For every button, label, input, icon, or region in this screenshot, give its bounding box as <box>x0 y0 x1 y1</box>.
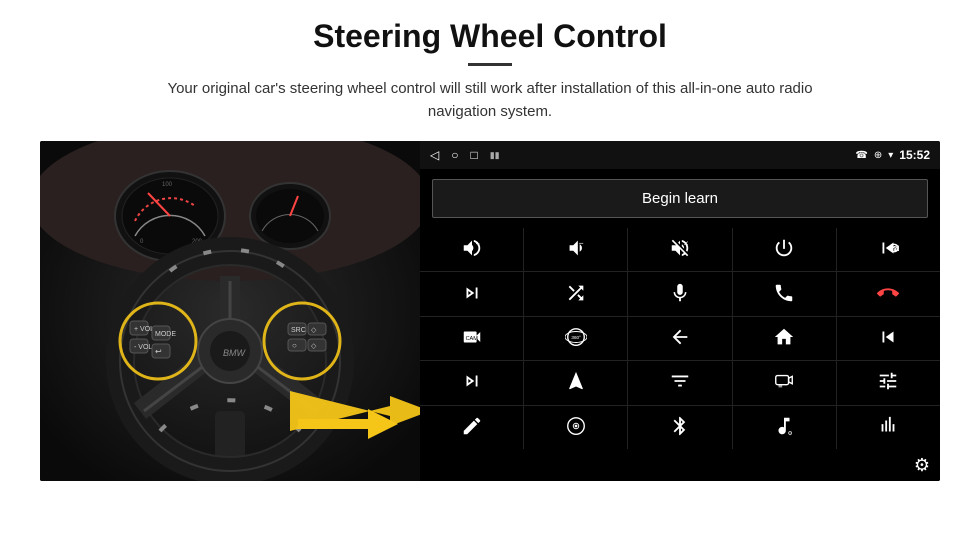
ctrl-vol-mute[interactable]: × <box>628 228 731 271</box>
svg-text:+ VOL: + VOL <box>134 326 154 333</box>
svg-text:MODE: MODE <box>155 331 176 338</box>
bluetooth-icon <box>669 415 691 440</box>
spectrum-icon <box>877 415 899 440</box>
control-grid: + − × <box>420 228 940 449</box>
signal-icon: ▮▮ <box>490 151 500 160</box>
music-icon: ⚙ <box>773 415 795 440</box>
svg-text:+: + <box>475 239 479 248</box>
ctrl-edit[interactable] <box>420 406 523 449</box>
shuffle-icon <box>565 282 587 307</box>
vol-mute-icon: × <box>669 237 691 262</box>
svg-text:BMW: BMW <box>223 348 247 358</box>
prev-phone-icon: ☎ <box>877 237 899 262</box>
svg-text:- VOL: - VOL <box>134 344 152 351</box>
subtitle: Your original car's steering wheel contr… <box>140 78 840 123</box>
ctrl-bluetooth[interactable] <box>628 406 731 449</box>
ctrl-power[interactable] <box>733 228 836 271</box>
cam-icon: CAM <box>461 326 483 351</box>
dash-cam-icon <box>773 370 795 395</box>
svg-text:360°: 360° <box>571 335 581 340</box>
vol-up-icon: + <box>461 237 483 262</box>
svg-text:SRC: SRC <box>291 327 306 334</box>
content-row: 0 100 200 <box>40 141 940 481</box>
location-icon: ⊕ <box>874 150 882 161</box>
svg-text:−: − <box>579 239 584 248</box>
hang-up-icon <box>877 282 899 307</box>
ctrl-navigate[interactable] <box>524 361 627 404</box>
ctrl-music[interactable]: ⚙ <box>733 406 836 449</box>
begin-learn-row: Begin learn <box>420 169 940 228</box>
prev-chapter-icon <box>877 326 899 351</box>
svg-text:○: ○ <box>292 341 297 350</box>
status-right: ☎ ⊕ ▾ 15:52 <box>855 148 930 162</box>
begin-learn-button[interactable]: Begin learn <box>432 179 928 218</box>
status-bar: ◁ ○ □ ▮▮ ☎ ⊕ ▾ 15:52 <box>420 141 940 169</box>
settings-gear-icon[interactable]: ⚙ <box>914 455 930 476</box>
ctrl-eq[interactable] <box>628 361 731 404</box>
ctrl-dvd[interactable] <box>524 406 627 449</box>
ctrl-phone-call[interactable] <box>733 272 836 315</box>
svg-text:×: × <box>684 239 689 248</box>
ctrl-shuffle[interactable] <box>524 272 627 315</box>
home-icon <box>773 326 795 351</box>
svg-text:100: 100 <box>162 182 173 188</box>
clock: 15:52 <box>899 148 930 162</box>
ctrl-next-chapter[interactable] <box>420 361 523 404</box>
ctrl-360[interactable]: 360° <box>524 317 627 360</box>
svg-text:◇: ◇ <box>311 327 317 334</box>
page: Steering Wheel Control Your original car… <box>0 0 980 544</box>
edit-icon <box>461 415 483 440</box>
wifi-icon: ▾ <box>888 150 893 161</box>
power-icon <box>773 237 795 262</box>
navigate-icon <box>565 370 587 395</box>
ctrl-equalizer[interactable] <box>837 361 940 404</box>
ctrl-skip-fwd[interactable] <box>420 272 523 315</box>
svg-text:◇: ◇ <box>311 343 317 350</box>
360-icon: 360° <box>565 326 587 351</box>
back-icon <box>669 326 691 351</box>
title-divider <box>468 63 512 66</box>
ctrl-cam[interactable]: CAM <box>420 317 523 360</box>
page-title: Steering Wheel Control <box>313 18 667 55</box>
recents-nav-icon[interactable]: □ <box>470 149 477 161</box>
steering-wheel-image: 0 100 200 <box>40 141 420 481</box>
gear-row: ⚙ <box>420 449 940 481</box>
vol-down-icon: − <box>565 237 587 262</box>
equalizer-sliders-icon <box>877 370 899 395</box>
ctrl-spectrum[interactable] <box>837 406 940 449</box>
ctrl-hang-up[interactable] <box>837 272 940 315</box>
eq-icon <box>669 370 691 395</box>
ctrl-vol-down[interactable]: − <box>524 228 627 271</box>
skip-fwd-icon <box>461 282 483 307</box>
ctrl-prev-phone[interactable]: ☎ <box>837 228 940 271</box>
ctrl-home[interactable] <box>733 317 836 360</box>
ctrl-vol-up[interactable]: + <box>420 228 523 271</box>
back-nav-icon[interactable]: ◁ <box>430 149 439 161</box>
dvd-icon <box>565 415 587 440</box>
nav-bar: ◁ ○ □ ▮▮ <box>430 149 500 161</box>
svg-text:↩: ↩ <box>155 347 162 356</box>
mic-icon <box>669 282 691 307</box>
home-nav-icon[interactable]: ○ <box>451 149 458 161</box>
svg-text:⚙: ⚙ <box>788 430 793 437</box>
phone-call-icon <box>773 282 795 307</box>
ctrl-dash-cam[interactable] <box>733 361 836 404</box>
ctrl-mic[interactable] <box>628 272 731 315</box>
svg-text:CAM: CAM <box>465 336 478 342</box>
next-chapter-icon <box>461 370 483 395</box>
phone-status-icon: ☎ <box>855 150 867 161</box>
ctrl-prev-chapter[interactable] <box>837 317 940 360</box>
ctrl-back[interactable] <box>628 317 731 360</box>
svg-text:☎: ☎ <box>893 244 899 253</box>
android-screen: ◁ ○ □ ▮▮ ☎ ⊕ ▾ 15:52 Begin learn <box>420 141 940 481</box>
